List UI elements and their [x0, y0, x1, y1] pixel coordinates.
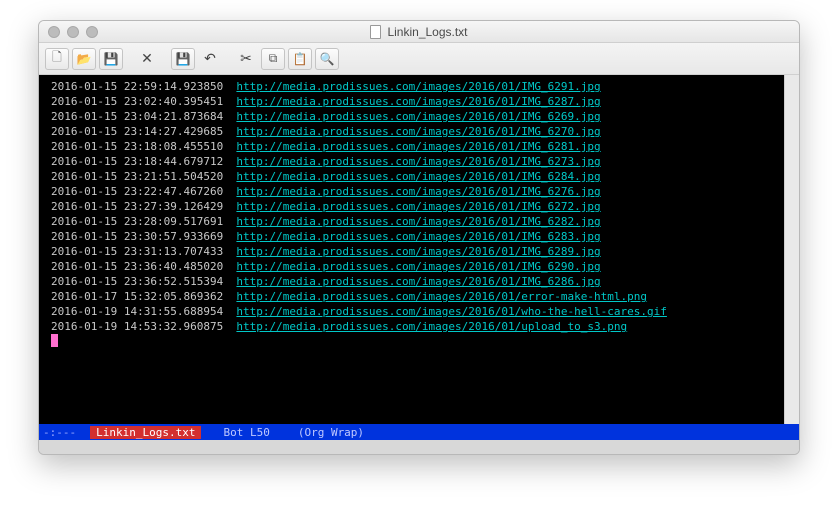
log-url-link[interactable]: http://media.prodissues.com/images/2016/…: [236, 109, 600, 124]
log-url-link[interactable]: http://media.prodissues.com/images/2016/…: [236, 94, 600, 109]
close-icon: ✕: [141, 50, 153, 67]
modeline: -:--- Linkin_Logs.txt Bot L50 (Org Wrap): [39, 424, 799, 440]
cut-button[interactable]: ✂: [234, 48, 258, 70]
search-button[interactable]: 🔍: [315, 48, 339, 70]
log-row: 2016-01-15 23:27:39.126429 http://media.p…: [51, 199, 784, 214]
log-timestamp: 2016-01-15 23:30:57.933669: [51, 229, 223, 244]
editor-area[interactable]: 2016-01-15 22:59:14.923850 http://media.p…: [39, 75, 799, 424]
open-file-button[interactable]: 📂: [72, 48, 96, 70]
title-center: Linkin_Logs.txt: [39, 25, 799, 39]
log-row: 2016-01-15 23:21:51.504520 http://media.p…: [51, 169, 784, 184]
paste-button[interactable]: 📋: [288, 48, 312, 70]
log-row: 2016-01-15 23:14:27.429685 http://media.p…: [51, 124, 784, 139]
minibuffer[interactable]: [39, 440, 799, 454]
log-timestamp: 2016-01-15 23:27:39.126429: [51, 199, 223, 214]
log-timestamp: 2016-01-19 14:53:32.960875: [51, 319, 223, 334]
log-row: 2016-01-15 23:02:40.395451 http://media.p…: [51, 94, 784, 109]
save-icon: 💾: [176, 52, 191, 66]
log-row: 2016-01-15 22:59:14.923850 http://media.p…: [51, 79, 784, 94]
log-timestamp: 2016-01-15 23:21:51.504520: [51, 169, 223, 184]
log-row: 2016-01-15 23:28:09.517691 http://media.p…: [51, 214, 784, 229]
log-url-link[interactable]: http://media.prodissues.com/images/2016/…: [236, 154, 600, 169]
editor-window: Linkin_Logs.txt 🗋 📂 💾 ✕ 💾 ↶ ✂ ⧉ 📋 🔍 2016…: [38, 20, 800, 455]
text-cursor: [51, 334, 58, 347]
modeline-mode: (Org Wrap): [298, 426, 364, 439]
close-window-button[interactable]: [48, 26, 60, 38]
log-url-link[interactable]: http://media.prodissues.com/images/2016/…: [236, 124, 600, 139]
log-row: 2016-01-15 23:31:13.707433 http://media.p…: [51, 244, 784, 259]
dired-button[interactable]: 💾: [99, 48, 123, 70]
log-url-link[interactable]: http://media.prodissues.com/images/2016/…: [236, 199, 600, 214]
log-row: 2016-01-15 23:22:47.467260 http://media.p…: [51, 184, 784, 199]
search-icon: 🔍: [320, 52, 335, 66]
log-row: 2016-01-15 23:30:57.933669 http://media.p…: [51, 229, 784, 244]
log-url-link[interactable]: http://media.prodissues.com/images/2016/…: [236, 244, 600, 259]
log-row: 2016-01-19 14:53:32.960875 http://media.p…: [51, 319, 784, 334]
log-row: 2016-01-15 23:18:08.455510 http://media.p…: [51, 139, 784, 154]
log-row: 2016-01-15 23:36:40.485020 http://media.p…: [51, 259, 784, 274]
log-timestamp: 2016-01-15 23:18:44.679712: [51, 154, 223, 169]
log-url-link[interactable]: http://media.prodissues.com/images/2016/…: [236, 139, 600, 154]
log-row: 2016-01-17 15:32:05.869362 http://media.p…: [51, 289, 784, 304]
log-timestamp: 2016-01-15 23:28:09.517691: [51, 214, 223, 229]
log-timestamp: 2016-01-15 23:04:21.873684: [51, 109, 223, 124]
window-title: Linkin_Logs.txt: [387, 25, 467, 39]
open-folder-icon: 📂: [77, 52, 92, 66]
undo-icon: ↶: [204, 50, 216, 67]
log-url-link[interactable]: http://media.prodissues.com/images/2016/…: [236, 289, 647, 304]
log-url-link[interactable]: http://media.prodissues.com/images/2016/…: [236, 304, 666, 319]
log-timestamp: 2016-01-15 23:22:47.467260: [51, 184, 223, 199]
paste-icon: 📋: [293, 52, 308, 66]
kill-buffer-button[interactable]: ✕: [135, 48, 159, 70]
log-timestamp: 2016-01-15 23:36:52.515394: [51, 274, 223, 289]
toolbar: 🗋 📂 💾 ✕ 💾 ↶ ✂ ⧉ 📋 🔍: [39, 43, 799, 75]
gutter: [39, 75, 51, 424]
titlebar: Linkin_Logs.txt: [39, 21, 799, 43]
copy-icon: ⧉: [269, 51, 278, 66]
log-row: 2016-01-19 14:31:55.688954 http://media.p…: [51, 304, 784, 319]
cut-icon: ✂: [240, 50, 252, 67]
modeline-status: -:---: [43, 426, 76, 439]
log-row: 2016-01-15 23:36:52.515394 http://media.p…: [51, 274, 784, 289]
log-url-link[interactable]: http://media.prodissues.com/images/2016/…: [236, 229, 600, 244]
log-url-link[interactable]: http://media.prodissues.com/images/2016/…: [236, 184, 600, 199]
log-url-link[interactable]: http://media.prodissues.com/images/2016/…: [236, 79, 600, 94]
modeline-position: Bot L50: [223, 426, 269, 439]
zoom-window-button[interactable]: [86, 26, 98, 38]
scrollbar[interactable]: [784, 75, 799, 424]
log-timestamp: 2016-01-15 22:59:14.923850: [51, 79, 223, 94]
log-timestamp: 2016-01-15 23:36:40.485020: [51, 259, 223, 274]
log-timestamp: 2016-01-19 14:31:55.688954: [51, 304, 223, 319]
log-timestamp: 2016-01-15 23:31:13.707433: [51, 244, 223, 259]
undo-button[interactable]: ↶: [198, 48, 222, 70]
log-url-link[interactable]: http://media.prodissues.com/images/2016/…: [236, 169, 600, 184]
text-content[interactable]: 2016-01-15 22:59:14.923850 http://media.p…: [51, 75, 784, 424]
new-file-button[interactable]: 🗋: [45, 48, 69, 70]
log-row: 2016-01-15 23:04:21.873684 http://media.p…: [51, 109, 784, 124]
log-timestamp: 2016-01-17 15:32:05.869362: [51, 289, 223, 304]
modeline-filename: Linkin_Logs.txt: [90, 426, 201, 439]
log-url-link[interactable]: http://media.prodissues.com/images/2016/…: [236, 319, 627, 334]
log-url-link[interactable]: http://media.prodissues.com/images/2016/…: [236, 274, 600, 289]
log-timestamp: 2016-01-15 23:02:40.395451: [51, 94, 223, 109]
minimize-window-button[interactable]: [67, 26, 79, 38]
traffic-lights: [48, 26, 98, 38]
disk-icon: 💾: [104, 52, 119, 66]
log-timestamp: 2016-01-15 23:14:27.429685: [51, 124, 223, 139]
log-timestamp: 2016-01-15 23:18:08.455510: [51, 139, 223, 154]
copy-button[interactable]: ⧉: [261, 48, 285, 70]
log-url-link[interactable]: http://media.prodissues.com/images/2016/…: [236, 259, 600, 274]
log-url-link[interactable]: http://media.prodissues.com/images/2016/…: [236, 214, 600, 229]
document-icon: [370, 25, 381, 39]
save-button[interactable]: 💾: [171, 48, 195, 70]
new-file-icon: 🗋: [52, 48, 62, 69]
cursor-line: [51, 334, 784, 347]
log-row: 2016-01-15 23:18:44.679712 http://media.p…: [51, 154, 784, 169]
